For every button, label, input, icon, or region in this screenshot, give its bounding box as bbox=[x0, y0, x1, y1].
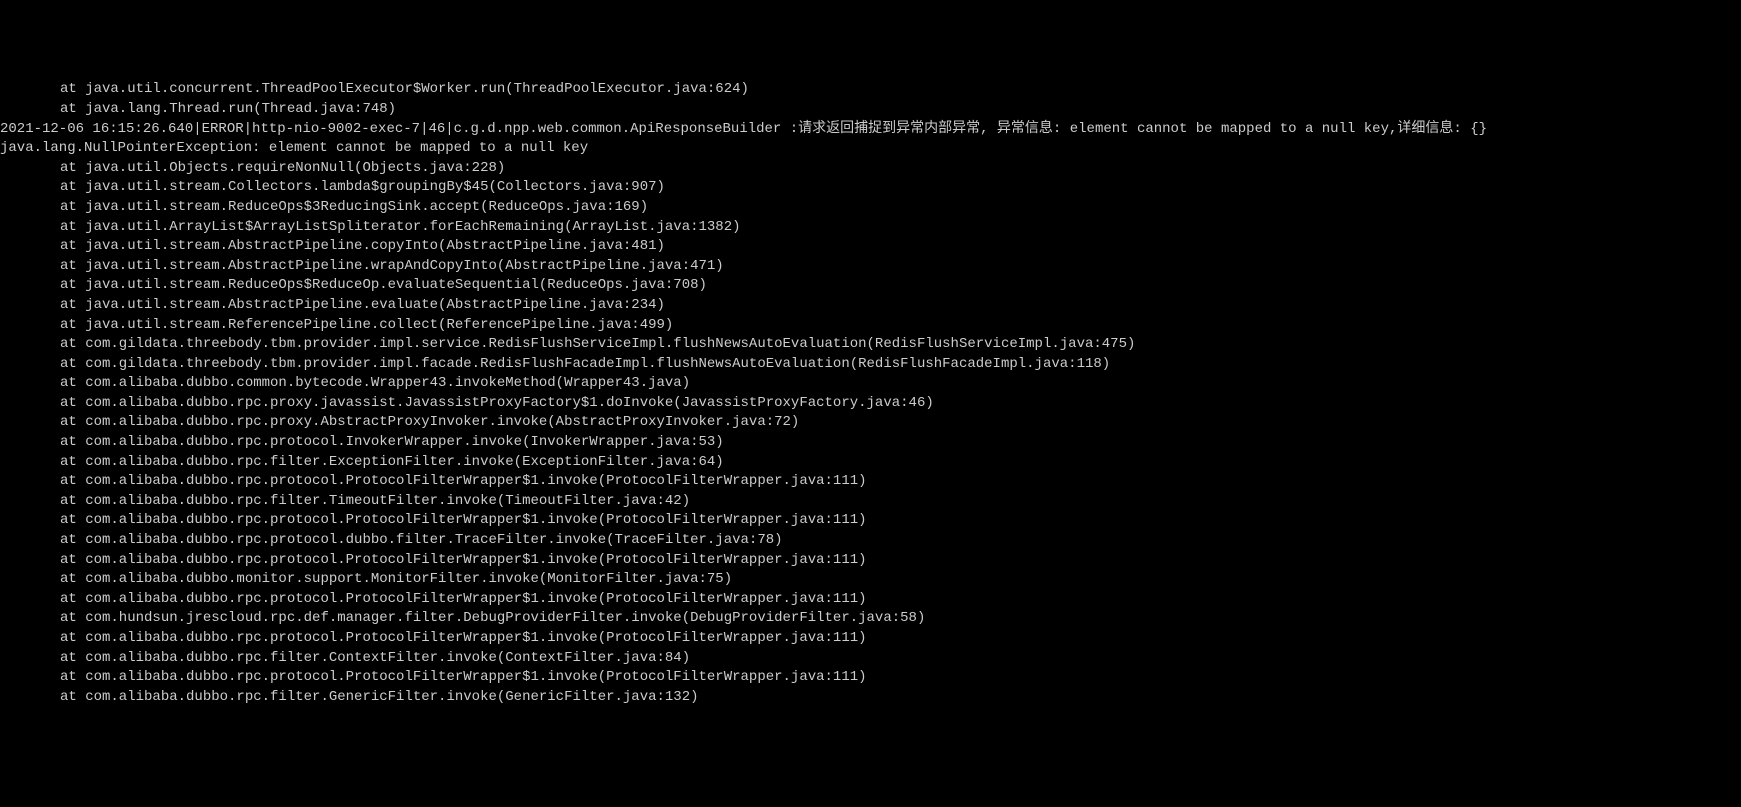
stack-trace-line: at java.util.stream.ReduceOps$ReduceOp.e… bbox=[0, 276, 1741, 296]
stack-trace-line: at com.alibaba.dubbo.rpc.filter.Exceptio… bbox=[0, 453, 1741, 473]
stack-trace-line: at java.util.stream.AbstractPipeline.eva… bbox=[0, 296, 1741, 316]
stack-trace-line: at com.alibaba.dubbo.rpc.protocol.Protoc… bbox=[0, 629, 1741, 649]
stack-trace-line: at com.alibaba.dubbo.rpc.protocol.Protoc… bbox=[0, 511, 1741, 531]
stack-trace-line: at com.alibaba.dubbo.rpc.protocol.Protoc… bbox=[0, 590, 1741, 610]
stack-trace-line: at java.lang.Thread.run(Thread.java:748) bbox=[0, 100, 1741, 120]
stack-trace-line: at java.util.stream.ReduceOps$3ReducingS… bbox=[0, 198, 1741, 218]
stack-trace-line: at com.alibaba.dubbo.rpc.filter.GenericF… bbox=[0, 688, 1741, 708]
stack-trace-line: at com.gildata.threebody.tbm.provider.im… bbox=[0, 355, 1741, 375]
stack-trace-line: at com.alibaba.dubbo.rpc.protocol.Protoc… bbox=[0, 668, 1741, 688]
stack-trace-line: at java.util.stream.AbstractPipeline.wra… bbox=[0, 257, 1741, 277]
stack-trace-line: at java.util.stream.ReferencePipeline.co… bbox=[0, 316, 1741, 336]
log-message-line: java.lang.NullPointerException: element … bbox=[0, 139, 1741, 159]
stack-trace-line: at java.util.ArrayList$ArrayListSplitera… bbox=[0, 218, 1741, 238]
stack-trace-line: at com.alibaba.dubbo.rpc.protocol.Protoc… bbox=[0, 472, 1741, 492]
stack-trace-line: at java.util.Objects.requireNonNull(Obje… bbox=[0, 159, 1741, 179]
stack-trace-line: at java.util.concurrent.ThreadPoolExecut… bbox=[0, 80, 1741, 100]
stack-trace-line: at java.util.stream.AbstractPipeline.cop… bbox=[0, 237, 1741, 257]
stack-trace-line: at com.hundsun.jrescloud.rpc.def.manager… bbox=[0, 609, 1741, 629]
stack-trace-line: at com.alibaba.dubbo.rpc.protocol.Invoke… bbox=[0, 433, 1741, 453]
stack-trace-line: at com.gildata.threebody.tbm.provider.im… bbox=[0, 335, 1741, 355]
stack-trace-line: at com.alibaba.dubbo.rpc.filter.ContextF… bbox=[0, 649, 1741, 669]
stack-trace-line: at com.alibaba.dubbo.monitor.support.Mon… bbox=[0, 570, 1741, 590]
stack-trace-line: at com.alibaba.dubbo.rpc.proxy.javassist… bbox=[0, 394, 1741, 414]
stack-trace-line: at com.alibaba.dubbo.rpc.proxy.AbstractP… bbox=[0, 413, 1741, 433]
console-output[interactable]: at java.util.concurrent.ThreadPoolExecut… bbox=[0, 80, 1741, 707]
stack-trace-line: at com.alibaba.dubbo.common.bytecode.Wra… bbox=[0, 374, 1741, 394]
log-message-line: 2021-12-06 16:15:26.640|ERROR|http-nio-9… bbox=[0, 120, 1741, 140]
stack-trace-line: at com.alibaba.dubbo.rpc.filter.TimeoutF… bbox=[0, 492, 1741, 512]
stack-trace-line: at com.alibaba.dubbo.rpc.protocol.Protoc… bbox=[0, 551, 1741, 571]
stack-trace-line: at java.util.stream.Collectors.lambda$gr… bbox=[0, 178, 1741, 198]
stack-trace-line: at com.alibaba.dubbo.rpc.protocol.dubbo.… bbox=[0, 531, 1741, 551]
